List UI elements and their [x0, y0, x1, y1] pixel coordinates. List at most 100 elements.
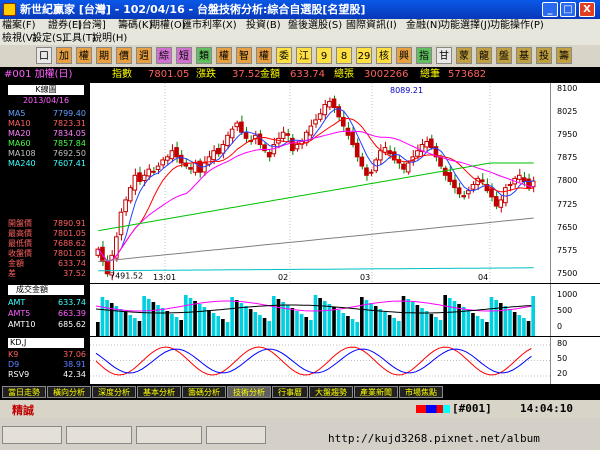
candle	[493, 196, 499, 207]
toolbar-button[interactable]: 基	[516, 47, 532, 64]
trades-label: 總筆	[420, 69, 440, 80]
candle	[479, 179, 485, 182]
tab-3[interactable]: 基本分析	[137, 386, 181, 398]
candle	[169, 150, 175, 160]
toolbar-button[interactable]: 核	[376, 47, 392, 64]
price-chart[interactable]: 13:01 02 03 04 8089.21 7491.52	[90, 83, 550, 283]
tab-5[interactable]: 技術分析	[227, 386, 271, 398]
taskbar-button[interactable]	[2, 426, 62, 444]
toolbar-button[interactable]: 期	[96, 47, 112, 64]
candle	[345, 127, 351, 136]
menu-item[interactable]: 證券(E)	[48, 19, 82, 32]
menu-item[interactable]: 籌碼(K)	[118, 19, 152, 32]
menu-item[interactable]: 匯市利率(X)	[182, 19, 237, 32]
toolbar-button[interactable]: 權	[216, 47, 232, 64]
date-label: 04	[478, 273, 488, 282]
tab-8[interactable]: 產業新聞	[354, 386, 398, 398]
ma-line	[97, 108, 534, 263]
volume-bar	[253, 312, 258, 336]
menu-item[interactable]: 工具(T)	[62, 32, 96, 45]
volume-bar	[415, 305, 420, 336]
volume-chart[interactable]	[90, 284, 550, 336]
toolbar-button[interactable]: 權	[256, 47, 272, 64]
kd-tick: 20	[557, 369, 568, 378]
taskbar-button[interactable]	[66, 426, 132, 444]
kd-axis: 80 50 20	[550, 337, 600, 384]
minimize-button[interactable]: _	[542, 2, 558, 17]
tab-2[interactable]: 深度分析	[92, 386, 136, 398]
toolbar-button[interactable]: 投	[536, 47, 552, 64]
toolbar-button[interactable]: 盤	[496, 47, 512, 64]
menu-item[interactable]: 功能選擇(J)	[440, 19, 491, 32]
toolbar-button[interactable]: 籌	[556, 47, 572, 64]
kd-tick: 80	[557, 339, 568, 348]
menu-item[interactable]: 說明(H)	[92, 32, 127, 45]
toolbar-button[interactable]: 加	[56, 47, 72, 64]
ma-value: 7799.40	[52, 109, 86, 118]
volume-bar	[290, 308, 295, 336]
toolbar-button[interactable]: 權	[76, 47, 92, 64]
tab-9[interactable]: 市場焦點	[399, 386, 443, 398]
volume-bar	[401, 296, 406, 336]
maximize-button[interactable]: □	[560, 2, 576, 17]
toolbar-button[interactable]: 委	[276, 47, 292, 64]
volume-bar	[448, 298, 452, 336]
price-tick: 7875	[557, 153, 578, 163]
volume-bar	[193, 301, 197, 336]
volume-bar	[188, 298, 193, 336]
volume-bar	[406, 299, 410, 336]
menu-item[interactable]: 檔案(F)	[2, 19, 36, 32]
price-tick: 7800	[557, 176, 578, 186]
toolbar-button[interactable]: 興	[396, 47, 412, 64]
kd-chart[interactable]	[90, 337, 550, 384]
toolbar-button[interactable]: 週	[136, 47, 152, 64]
toolbar-button[interactable]: 指	[416, 47, 432, 64]
menu-item[interactable]: 投資(B)	[246, 19, 281, 32]
candle	[132, 174, 138, 191]
volume-bar	[119, 309, 123, 336]
tab-6[interactable]: 行事曆	[272, 386, 308, 398]
price-label: 最低價	[8, 239, 32, 248]
tab-1[interactable]: 橫向分析	[47, 386, 91, 398]
candle	[401, 163, 406, 170]
tab-7[interactable]: 大盤趨勢	[309, 386, 353, 398]
toolbar-button[interactable]: 口	[36, 47, 52, 64]
volume-legend: 成交金額 AMT 633.74 AMT5 663.39 AMT10 685.62	[0, 284, 90, 336]
menu-item[interactable]: 國際資訊(I)	[346, 19, 397, 32]
volume-bar	[304, 317, 309, 336]
menu-item[interactable]: 功能操作(P)	[490, 19, 544, 32]
ma-label: MA5	[8, 109, 26, 118]
taskbar-button[interactable]	[206, 426, 266, 444]
volume-bar	[512, 312, 517, 336]
menu-item[interactable]: [台灣]	[78, 19, 106, 32]
watermark-url: http://kujd3268.pixnet.net/album	[328, 432, 540, 445]
toolbar-button[interactable]: 智	[236, 47, 252, 64]
volume-bar	[137, 321, 142, 336]
tab-0[interactable]: 當日走勢	[2, 386, 46, 398]
toolbar-button[interactable]: 9	[316, 47, 332, 64]
toolbar-button[interactable]: 8	[336, 47, 352, 64]
toolbar-button[interactable]: 江	[296, 47, 312, 64]
close-button[interactable]: X	[579, 2, 595, 17]
menu-item[interactable]: 盤後選股(S)	[288, 19, 342, 32]
toolbar-button[interactable]: 綜	[156, 47, 172, 64]
toolbar-button[interactable]: 價	[116, 47, 132, 64]
price-tick: 8025	[557, 107, 578, 117]
toolbar-button[interactable]: 龍	[476, 47, 492, 64]
volume-bar	[207, 310, 211, 336]
volume-bar	[285, 305, 290, 336]
amount-label: 金額	[260, 69, 280, 80]
ma-label: MA20	[8, 129, 31, 138]
toolbar-button[interactable]: 甘	[436, 47, 452, 64]
candle	[266, 152, 272, 158]
taskbar-button[interactable]	[136, 426, 202, 444]
tab-4[interactable]: 籌碼分析	[182, 386, 226, 398]
toolbar-button[interactable]: 29	[356, 47, 372, 64]
toolbar-button[interactable]: 蒙	[456, 47, 472, 64]
volume-bar	[522, 318, 526, 336]
volume-bar	[383, 312, 387, 336]
toolbar-button[interactable]: 類	[196, 47, 212, 64]
menu-item[interactable]: 期權(O)	[150, 19, 186, 32]
toolbar-button[interactable]: 短	[176, 47, 192, 64]
menu-item[interactable]: 金融(N)	[406, 19, 441, 32]
